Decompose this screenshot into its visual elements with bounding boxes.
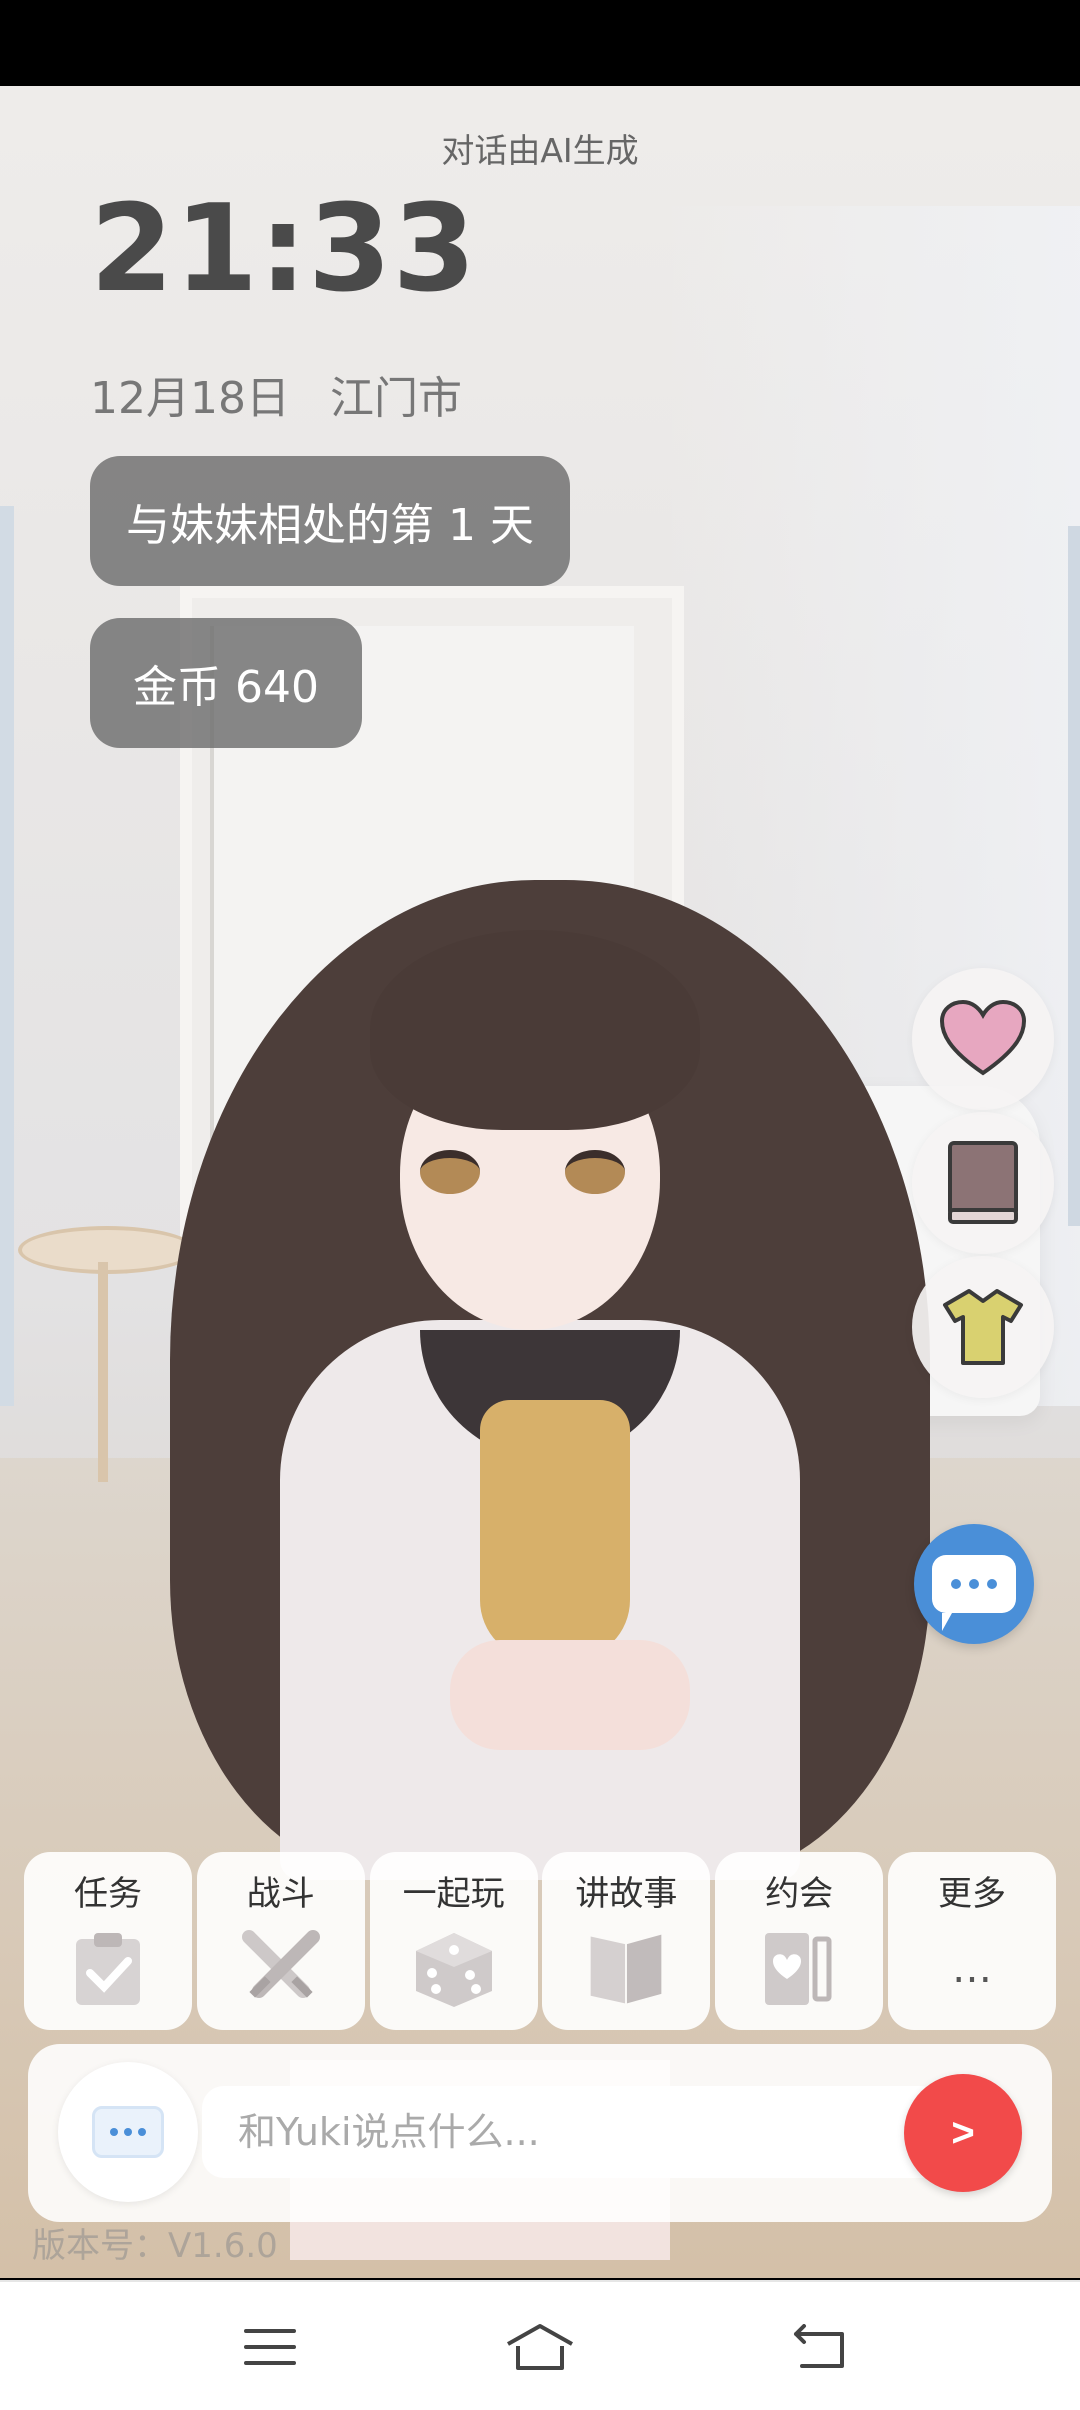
action-more[interactable]: 更多 … xyxy=(887,1852,1056,2030)
crossed-swords-icon xyxy=(238,1926,324,2012)
ellipsis-icon: … xyxy=(951,1946,992,1992)
clipboard-check-icon xyxy=(65,1926,151,2012)
date: 12月18日 xyxy=(90,373,290,424)
version-label: 版本号：V1.6.0 xyxy=(32,2226,278,2266)
action-bar: 任务 战斗 一起玩 讲故事 约会 更多 … xyxy=(24,1852,1056,2030)
send-button[interactable]: > xyxy=(904,2074,1022,2192)
action-task[interactable]: 任务 xyxy=(24,1852,192,2030)
wardrobe-button[interactable] xyxy=(912,1256,1054,1398)
chat-mode-button[interactable] xyxy=(58,2062,198,2202)
chat-bubble-button[interactable] xyxy=(914,1524,1034,1644)
action-date[interactable]: 约会 xyxy=(715,1852,884,2030)
heart-icon xyxy=(939,999,1027,1076)
chat-bubble-icon xyxy=(932,1555,1016,1631)
ai-generated-notice: 对话由AI生成 xyxy=(441,131,639,170)
heart-card-icon xyxy=(756,1926,842,2012)
home-icon[interactable] xyxy=(480,2302,600,2392)
shirt-icon xyxy=(943,1289,1023,1365)
menu-icon[interactable] xyxy=(210,2302,330,2392)
window xyxy=(1068,526,1080,1226)
dice-icon xyxy=(411,1926,497,2012)
clock: 21:33 xyxy=(90,180,477,319)
favorability-button[interactable] xyxy=(912,968,1054,1110)
book-icon xyxy=(948,1141,1018,1224)
status-bar xyxy=(0,0,1080,86)
diary-button[interactable] xyxy=(912,1112,1054,1254)
action-play-together[interactable]: 一起玩 xyxy=(369,1852,538,2030)
curtain xyxy=(0,506,14,1406)
coins-badge: 金币 640 xyxy=(90,618,362,748)
days-together-badge: 与妹妹相处的第 1 天 xyxy=(90,456,570,586)
action-tell-story[interactable]: 讲故事 xyxy=(542,1852,711,2030)
message-bubble-icon xyxy=(92,2106,164,2158)
city: 江门市 xyxy=(329,373,462,424)
chat-input-bar: > xyxy=(28,2044,1052,2222)
back-icon[interactable] xyxy=(760,2302,880,2392)
message-input[interactable] xyxy=(202,2086,942,2178)
action-battle[interactable]: 战斗 xyxy=(196,1852,365,2030)
open-book-icon xyxy=(583,1926,669,2012)
system-navigation-bar xyxy=(0,2280,1080,2410)
date-location: 12月18日 江门市 xyxy=(90,362,502,426)
